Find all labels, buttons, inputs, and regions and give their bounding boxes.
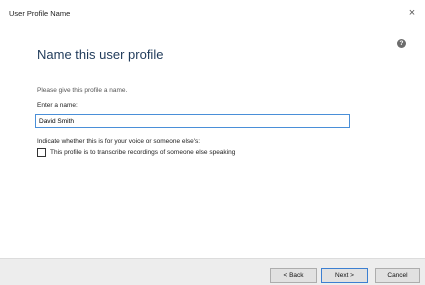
window-title: User Profile Name: [9, 9, 71, 18]
voice-question-label: Indicate whether this is for your voice …: [37, 138, 201, 145]
help-icon[interactable]: ?: [397, 39, 406, 48]
page-heading: Name this user profile: [37, 47, 164, 62]
profile-name-input[interactable]: [35, 114, 350, 128]
next-button[interactable]: Next >: [321, 268, 368, 283]
someone-else-checkbox-row[interactable]: This profile is to transcribe recordings…: [37, 148, 235, 157]
title-bar: User Profile Name ×: [0, 0, 425, 28]
cancel-button[interactable]: Cancel: [375, 268, 420, 283]
back-button[interactable]: < Back: [270, 268, 317, 283]
name-label: Enter a name:: [37, 102, 78, 109]
checkbox-label: This profile is to transcribe recordings…: [50, 149, 236, 156]
intro-text: Please give this profile a name.: [37, 87, 128, 94]
someone-else-checkbox[interactable]: [37, 148, 46, 157]
close-icon[interactable]: ×: [403, 5, 421, 21]
